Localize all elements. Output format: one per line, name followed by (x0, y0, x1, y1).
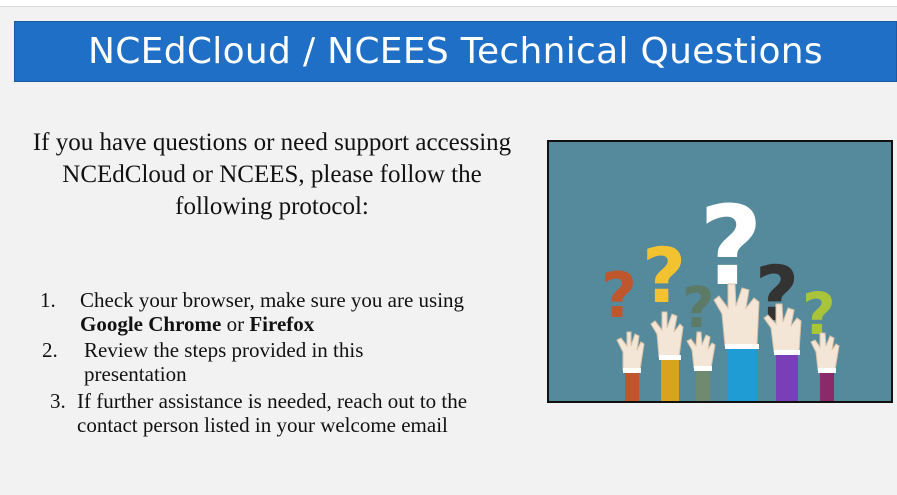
step-text-part: Check your browser, make sure you are us… (80, 288, 465, 312)
svg-text:?: ? (601, 259, 637, 332)
step-3: 3. If further assistance is needed, reac… (40, 389, 520, 437)
browser-chrome: Google Chrome (80, 312, 222, 336)
raised-hands-question-marks-icon: ? ? ? ? ? ? (547, 140, 893, 403)
intro-text: If you have questions or need support ac… (32, 129, 512, 220)
title-bar: NCEdCloud / NCEES Technical Questions (14, 21, 897, 82)
step-number: 2. (42, 338, 58, 362)
step-1: 1. Check your browser, make sure you are… (40, 288, 520, 336)
step-2: 2. Review the steps provided in this pre… (40, 338, 520, 386)
browser-firefox: Firefox (249, 312, 315, 336)
slide-title: NCEdCloud / NCEES Technical Questions (88, 31, 823, 72)
step-number: 1. (40, 288, 56, 312)
step-text-part: or (221, 312, 250, 336)
slide: NCEdCloud / NCEES Technical Questions If… (0, 6, 897, 495)
steps-list: 1. Check your browser, make sure you are… (40, 288, 520, 437)
svg-text:?: ? (642, 231, 686, 320)
step-text: Review the steps provided in this presen… (84, 338, 364, 386)
step-text: If further assistance is needed, reach o… (77, 389, 468, 437)
step-text: Check your browser, make sure you are us… (80, 288, 500, 336)
illustration-svg: ? ? ? ? ? ? (601, 182, 840, 401)
step-number: 3. (50, 389, 66, 413)
